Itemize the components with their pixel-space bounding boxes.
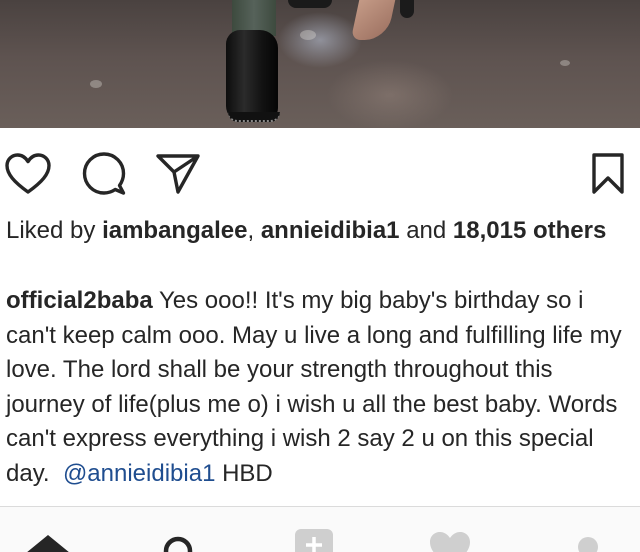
- liked-by-user-link[interactable]: annieidibia1: [261, 217, 400, 244]
- tab-profile[interactable]: [560, 523, 620, 552]
- post-caption: official2baba Yes ooo!! It's my big baby…: [6, 284, 634, 491]
- post-photo[interactable]: [0, 0, 640, 128]
- share-button[interactable]: [154, 150, 202, 198]
- paper-plane-icon: [154, 152, 202, 196]
- caption-suffix: HBD: [222, 459, 273, 487]
- likes-prefix: Liked by: [6, 217, 96, 244]
- search-icon: [150, 523, 210, 552]
- caption-username-link[interactable]: official2baba: [6, 287, 153, 314]
- photo-detail: [350, 0, 396, 40]
- profile-icon: [560, 523, 620, 552]
- likes-others-label[interactable]: others: [533, 217, 606, 244]
- photo-detail: [90, 80, 102, 88]
- photo-detail: [560, 60, 570, 66]
- comment-bubble-icon: [81, 151, 127, 197]
- tab-search[interactable]: [150, 523, 210, 552]
- bookmark-icon: [591, 152, 625, 196]
- likes-and: and: [406, 217, 447, 244]
- likes-summary[interactable]: Liked by iambangalee, annieidibia1 and 1…: [6, 214, 626, 248]
- photo-detail: [226, 30, 278, 122]
- photo-detail: [400, 0, 414, 18]
- tab-home[interactable]: [20, 523, 80, 552]
- home-icon: [20, 523, 80, 552]
- caption-text: Yes ooo!! It's my big baby's birthday so…: [6, 287, 622, 487]
- add-post-icon: [286, 523, 346, 552]
- photo-detail: [300, 30, 316, 40]
- save-button[interactable]: [584, 150, 632, 198]
- heart-outline-icon: [5, 153, 51, 195]
- bottom-tab-bar: [0, 506, 640, 552]
- tab-activity[interactable]: [422, 523, 482, 552]
- likes-separator: ,: [247, 217, 255, 244]
- caption-mention-link[interactable]: @annieidibia1: [63, 460, 215, 487]
- photo-detail: [228, 112, 280, 122]
- comment-button[interactable]: [80, 150, 128, 198]
- post-action-bar: [0, 128, 640, 216]
- tab-new-post[interactable]: [286, 523, 346, 552]
- like-button[interactable]: [4, 150, 52, 198]
- liked-by-user-link[interactable]: iambangalee: [102, 217, 247, 244]
- activity-heart-icon: [422, 523, 482, 552]
- photo-detail: [288, 0, 332, 8]
- likes-count[interactable]: 18,015: [453, 217, 526, 244]
